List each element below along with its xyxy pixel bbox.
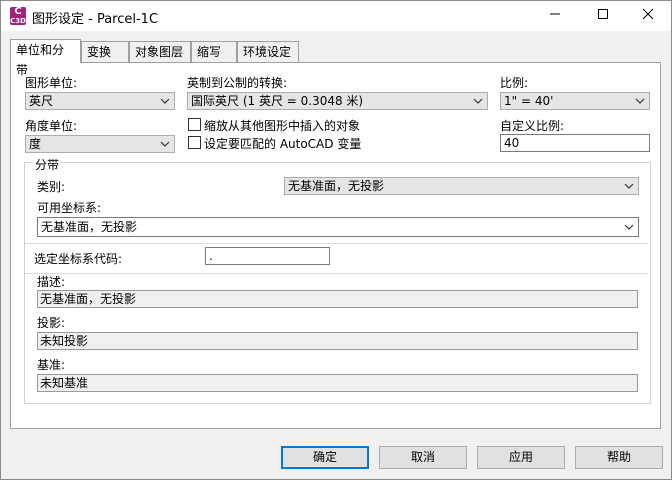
apply-button[interactable]: 应用	[477, 446, 565, 469]
chevron-down-icon	[624, 224, 634, 230]
separator	[25, 273, 648, 274]
maximize-icon	[598, 9, 608, 19]
zone-group-label: 分带	[33, 156, 62, 173]
chevron-down-icon	[635, 98, 645, 104]
scale-label: 比例:	[500, 76, 529, 90]
minimize-icon	[550, 13, 560, 15]
category-select[interactable]: 无基准面，无投影	[284, 177, 639, 195]
tab-panel: 图形单位: 英制到公制的转换: 比例: 英尺 国际英尺 (1 英尺 = 0.30…	[10, 62, 661, 429]
title-bar: C C3D 图形设定 - Parcel-1C	[1, 1, 671, 31]
available-cs-value: 无基准面，无投影	[41, 220, 138, 234]
close-button[interactable]	[625, 1, 671, 31]
drawing-unit-value: 英尺	[29, 94, 54, 108]
imperial-conversion-label: 英制到公制的转换:	[187, 76, 288, 90]
category-value: 无基准面，无投影	[288, 179, 385, 193]
chevron-down-icon	[624, 183, 634, 189]
separator	[25, 243, 648, 244]
scale-objects-checkbox[interactable]	[188, 118, 201, 131]
chevron-down-icon	[160, 141, 170, 147]
angle-unit-select[interactable]: 度	[25, 135, 175, 153]
datum-label: 基准:	[37, 358, 66, 372]
angle-unit-value: 度	[29, 137, 42, 151]
custom-scale-label: 自定义比例:	[500, 119, 565, 133]
datum-field: 未知基准	[37, 374, 638, 392]
maximize-button[interactable]	[580, 1, 626, 31]
minimize-button[interactable]	[532, 1, 578, 31]
scale-select[interactable]: 1" = 40'	[500, 92, 650, 110]
app-icon: C C3D	[10, 7, 26, 25]
set-autocad-variables-checkbox[interactable]	[188, 136, 201, 149]
imperial-conversion-value: 国际英尺 (1 英尺 = 0.3048 米)	[191, 94, 364, 108]
cancel-button[interactable]: 取消	[379, 446, 467, 469]
custom-scale-input[interactable]: 40	[500, 134, 650, 152]
description-field: 无基准面，无投影	[37, 290, 638, 308]
tab-object-layers[interactable]: 对象图层	[129, 41, 191, 62]
chevron-down-icon	[473, 98, 483, 104]
imperial-conversion-select[interactable]: 国际英尺 (1 英尺 = 0.3048 米)	[187, 92, 488, 110]
scale-objects-label: 缩放从其他图形中插入的对象	[204, 119, 361, 133]
window-title: 图形设定 - Parcel-1C	[32, 12, 159, 27]
angle-unit-label: 角度单位:	[25, 119, 78, 133]
description-label: 描述:	[37, 275, 66, 289]
zone-group	[24, 162, 651, 404]
app-icon-sub: C3D	[10, 17, 26, 25]
tab-abbreviations[interactable]: 缩写	[191, 41, 237, 62]
category-label: 类别:	[37, 180, 66, 194]
projection-label: 投影:	[37, 316, 66, 330]
available-cs-label: 可用坐标系:	[37, 201, 102, 215]
tab-units-zone[interactable]: 单位和分带	[10, 39, 81, 77]
set-autocad-variables-label: 设定要匹配的 AutoCAD 变量	[204, 137, 362, 151]
chevron-down-icon	[160, 98, 170, 104]
close-icon	[642, 8, 654, 20]
projection-field: 未知投影	[37, 332, 638, 350]
available-cs-select[interactable]: 无基准面，无投影	[37, 217, 639, 237]
tab-transform[interactable]: 变换	[81, 41, 129, 62]
scale-value: 1" = 40'	[504, 94, 554, 108]
drawing-unit-label: 图形单位:	[25, 76, 78, 90]
selected-cs-code-label: 选定坐标系代码:	[34, 252, 123, 266]
app-icon-letter: C	[14, 6, 22, 17]
settings-dialog: C C3D 图形设定 - Parcel-1C 单位和分带 变换 对象图层 缩写 …	[0, 0, 672, 480]
selected-cs-code-input[interactable]: .	[205, 247, 330, 265]
drawing-unit-select[interactable]: 英尺	[25, 92, 175, 110]
tab-ambient-settings[interactable]: 环境设定	[237, 41, 299, 62]
help-button[interactable]: 帮助	[575, 446, 663, 469]
ok-button[interactable]: 确定	[281, 446, 369, 469]
